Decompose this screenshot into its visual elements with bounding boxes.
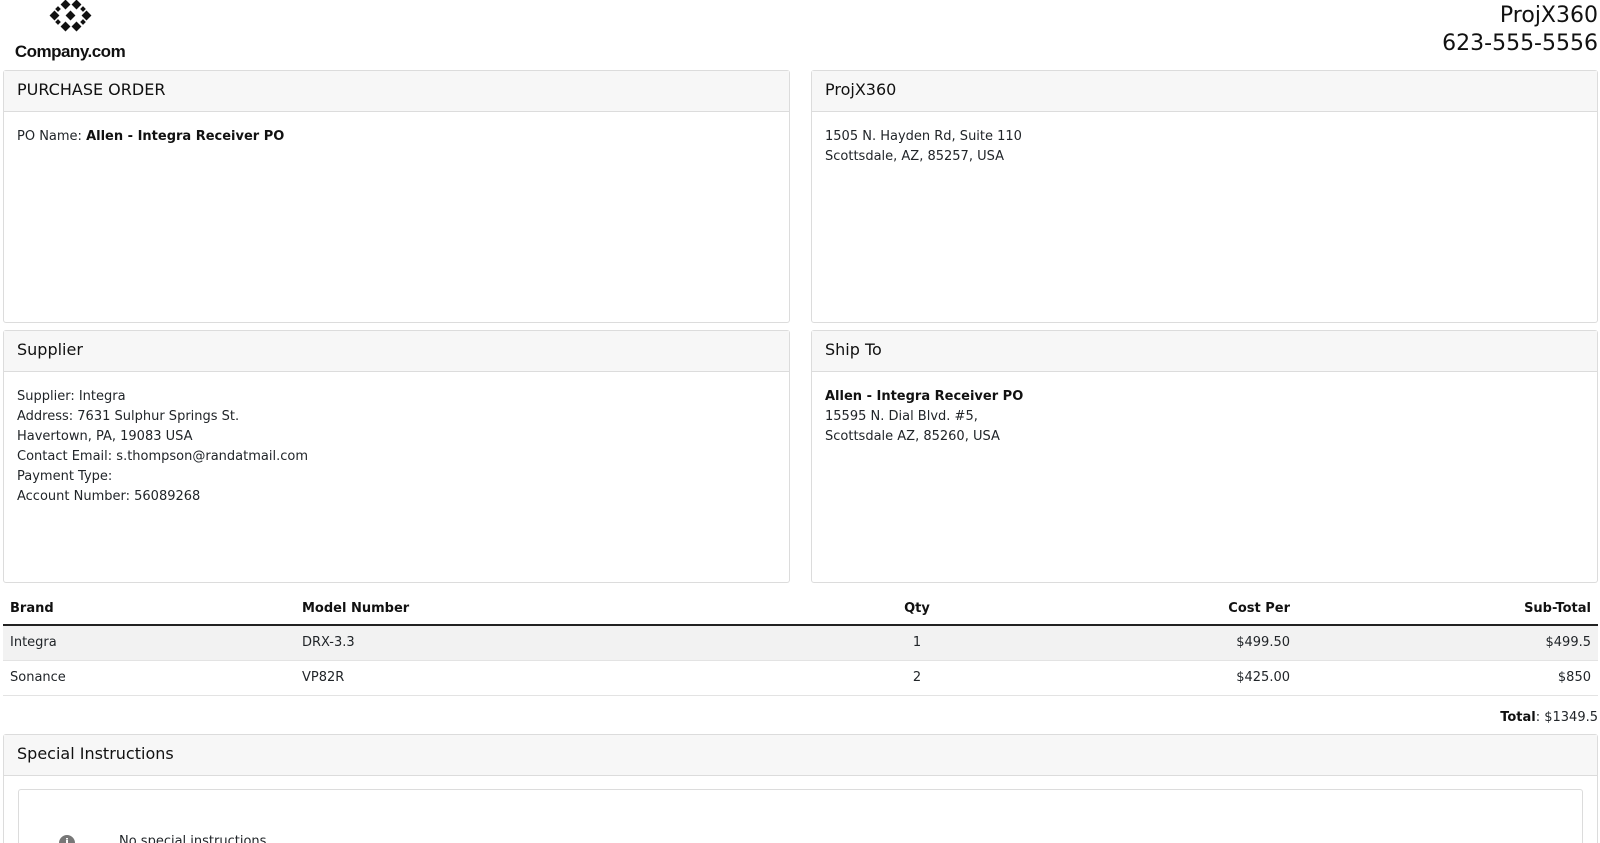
supplier-card-body: Supplier: Integra Address: 7631 Sulphur … [4,372,789,507]
ship-to-card-title: Ship To [812,331,1597,372]
supplier-card: Supplier Supplier: Integra Address: 7631… [3,330,790,583]
supplier-contact-email: Contact Email: s.thompson@randatmail.com [17,449,308,464]
company-contact: ProjX360 623-555-5556 [1442,2,1598,58]
logo-mark-icon [49,0,92,32]
special-instructions-title: Special Instructions [4,735,1597,776]
company-name: ProjX360 [1499,3,1598,28]
company-logo: Company.com [14,0,126,62]
cell-cost-per: $499.50 [967,625,1297,661]
company-card: ProjX360 1505 N. Hayden Rd, Suite 110 Sc… [811,70,1598,323]
po-name-value: Allen - Integra Receiver PO [86,129,285,144]
supplier-account-number: Account Number: 56089268 [17,489,201,504]
ship-to-card: Ship To Allen - Integra Receiver PO 1559… [811,330,1598,583]
ship-to-card-body: Allen - Integra Receiver PO 15595 N. Dia… [812,372,1597,447]
company-card-title: ProjX360 [812,71,1597,112]
purchase-order-card: PURCHASE ORDER PO Name: Allen - Integra … [3,70,790,323]
purchase-order-body: PO Name: Allen - Integra Receiver PO [4,112,789,147]
table-row: Sonance VP82R 2 $425.00 $850 [3,660,1598,696]
cell-sub-total: $850 [1297,660,1598,696]
supplier-payment-type: Payment Type: [17,469,113,484]
column-header-brand: Brand [3,592,295,626]
table-header-row: Brand Model Number Qty Cost Per Sub-Tota… [3,592,1598,626]
company-card-body: 1505 N. Hayden Rd, Suite 110 Scottsdale,… [812,112,1597,167]
purchase-order-title: PURCHASE ORDER [4,71,789,112]
total-label: Total [1500,710,1536,725]
cell-qty: 1 [867,625,967,661]
company-address-line2: Scottsdale, AZ, 85257, USA [825,149,1004,164]
cell-brand: Integra [3,625,295,661]
special-instructions-text: No special instructions. [119,834,271,843]
supplier-card-title: Supplier [4,331,789,372]
special-instructions-alert: i No special instructions. [18,789,1583,843]
column-header-qty: Qty [867,592,967,626]
cell-cost-per: $425.00 [967,660,1297,696]
column-header-sub-total: Sub-Total [1297,592,1598,626]
cell-brand: Sonance [3,660,295,696]
supplier-name: Supplier: Integra [17,389,126,404]
order-total: Total: $1349.5 [1500,710,1598,725]
po-name-line: PO Name: Allen - Integra Receiver PO [17,127,776,147]
supplier-address: Address: 7631 Sulphur Springs St. [17,409,240,424]
supplier-city: Havertown, PA, 19083 USA [17,429,193,444]
special-instructions-card: Special Instructions i No special instru… [3,734,1598,843]
ship-to-name: Allen - Integra Receiver PO [825,389,1024,404]
cell-sub-total: $499.5 [1297,625,1598,661]
total-value: : $1349.5 [1535,710,1598,725]
cell-model-number: DRX-3.3 [295,625,867,661]
company-phone: 623-555-5556 [1442,31,1598,56]
ship-to-address-line2: Scottsdale AZ, 85260, USA [825,429,1000,444]
logo-text: Company.com [14,42,126,61]
company-address-line1: 1505 N. Hayden Rd, Suite 110 [825,129,1022,144]
table-row: Integra DRX-3.3 1 $499.50 $499.5 [3,625,1598,661]
column-header-cost-per: Cost Per [967,592,1297,626]
cell-model-number: VP82R [295,660,867,696]
po-name-label: PO Name: [17,129,87,144]
purchase-order-page: Company.com ProjX360 623-555-5556 PURCHA… [0,0,1600,843]
ship-to-address-line1: 15595 N. Dial Blvd. #5, [825,409,978,424]
column-header-model-number: Model Number [295,592,867,626]
line-items-table: Brand Model Number Qty Cost Per Sub-Tota… [3,592,1598,696]
cell-qty: 2 [867,660,967,696]
info-icon: i [59,835,75,843]
